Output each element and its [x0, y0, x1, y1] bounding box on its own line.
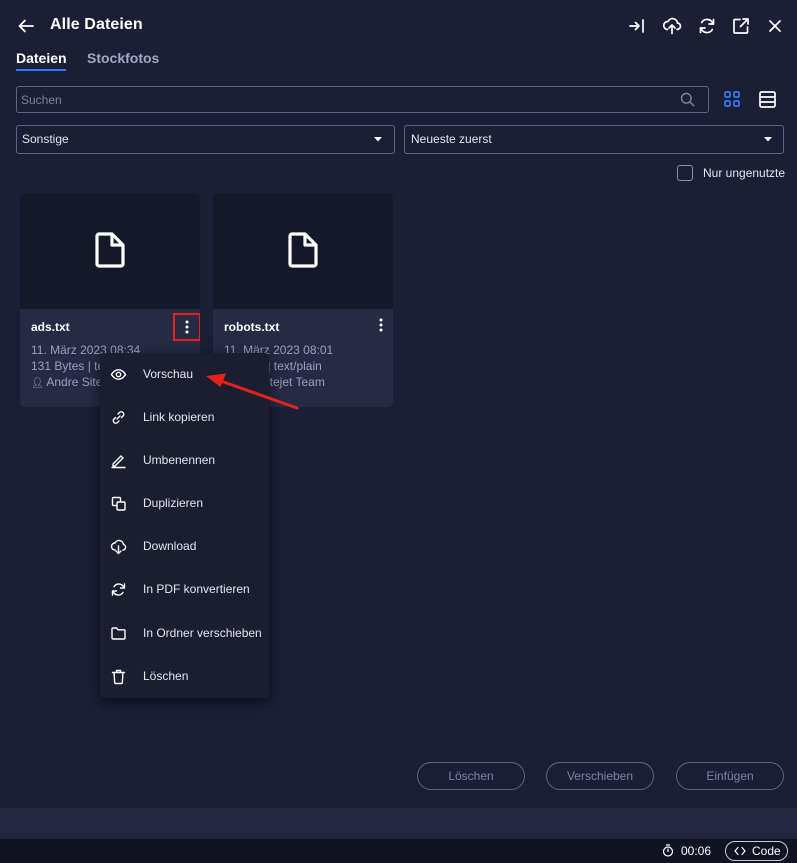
menu-item-label: Download	[143, 539, 197, 553]
file-name: robots.txt	[224, 320, 280, 334]
search-icon[interactable]	[680, 92, 695, 107]
search-input[interactable]	[16, 86, 709, 113]
link-icon	[110, 409, 127, 426]
open-external-icon[interactable]	[731, 16, 751, 36]
search-placeholder: Suchen	[21, 93, 62, 107]
page-title: Alle Dateien	[50, 16, 143, 33]
file-icon	[93, 231, 127, 269]
active-tab-indicator	[16, 69, 66, 71]
menu-item-label: Vorschau	[143, 367, 194, 381]
timer: 00:06	[681, 844, 712, 858]
menu-item-pdf-konvertieren[interactable]: In PDF konvertieren	[100, 571, 269, 607]
footer	[0, 808, 797, 839]
grid-view-icon[interactable]	[723, 90, 741, 108]
paste-button[interactable]: Einfügen	[676, 762, 784, 790]
unused-only-label: Nur ungenutzte	[703, 166, 786, 180]
menu-item-duplizieren[interactable]: Duplizieren	[100, 485, 269, 521]
more-options-button[interactable]	[173, 313, 200, 341]
status-bar	[0, 839, 797, 863]
close-icon[interactable]	[765, 16, 785, 36]
file-thumbnail	[20, 193, 200, 309]
download-icon	[110, 538, 127, 555]
upload-icon[interactable]	[662, 16, 682, 36]
menu-item-label: Umbenennen	[143, 453, 216, 467]
file-author: Andre Sitej	[46, 375, 106, 389]
delete-button[interactable]: Löschen	[417, 762, 525, 790]
menu-item-label: Duplizieren	[143, 496, 204, 510]
stopwatch-icon	[662, 844, 674, 857]
annotation-arrow	[200, 368, 305, 416]
file-info: 131 Bytes | te	[31, 359, 105, 373]
back-arrow-icon[interactable]	[17, 17, 35, 35]
convert-icon	[110, 581, 127, 598]
folder-icon	[110, 625, 127, 642]
menu-item-umbenennen[interactable]: Umbenennen	[100, 442, 269, 478]
chevron-down-icon	[373, 134, 383, 144]
duplicate-icon	[110, 495, 127, 512]
trash-icon	[110, 668, 127, 685]
move-button[interactable]: Verschieben	[546, 762, 654, 790]
menu-item-label: Löschen	[143, 669, 189, 683]
sort-select-value: Neueste zuerst	[411, 132, 492, 146]
file-type-select[interactable]	[16, 125, 395, 154]
user-icon: 👤︎	[31, 378, 44, 389]
menu-item-label: In PDF konvertieren	[143, 582, 250, 596]
tab-stockfotos[interactable]: Stockfotos	[87, 50, 159, 66]
more-options-button[interactable]	[369, 313, 393, 341]
file-author-row: 👤︎ Andre Sitej	[31, 375, 105, 389]
pencil-icon	[110, 452, 127, 469]
eye-icon	[110, 366, 127, 383]
import-icon[interactable]	[627, 16, 647, 36]
file-name: ads.txt	[31, 320, 70, 334]
menu-item-loeschen[interactable]: Löschen	[100, 658, 269, 694]
chevron-down-icon	[763, 134, 773, 144]
file-icon	[286, 231, 320, 269]
code-button-label: Code	[752, 844, 781, 858]
file-type-select-value: Sonstige	[22, 132, 69, 146]
refresh-icon[interactable]	[697, 16, 717, 36]
unused-only-checkbox[interactable]	[677, 165, 693, 181]
tab-dateien[interactable]: Dateien	[16, 50, 67, 66]
menu-item-in-ordner-verschieben[interactable]: In Ordner verschieben	[100, 615, 269, 651]
list-view-icon[interactable]	[758, 90, 777, 109]
file-thumbnail	[213, 193, 393, 309]
menu-item-label: In Ordner verschieben	[143, 626, 262, 640]
menu-item-download[interactable]: Download	[100, 528, 269, 564]
code-icon	[734, 846, 746, 856]
